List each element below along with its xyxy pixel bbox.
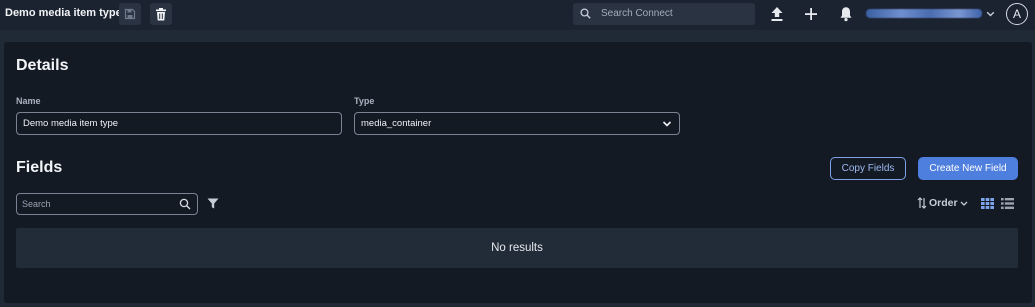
- global-search-placeholder: Search Connect: [601, 8, 673, 19]
- filter-icon[interactable]: [207, 198, 219, 209]
- fields-search-placeholder: Search: [22, 199, 51, 209]
- empty-results: No results: [16, 228, 1018, 268]
- user-menu-name[interactable]: [866, 9, 982, 18]
- grid-view-icon[interactable]: [981, 198, 994, 209]
- name-label: Name: [16, 96, 41, 106]
- plus-icon[interactable]: [804, 7, 818, 21]
- details-heading: Details: [16, 57, 69, 74]
- avatar[interactable]: A: [1006, 3, 1028, 25]
- top-bar: Demo media item type Search Connect A: [0, 0, 1035, 30]
- delete-button[interactable]: [150, 3, 172, 25]
- type-select-value: media_container: [361, 118, 432, 129]
- order-dropdown[interactable]: Order: [917, 197, 968, 209]
- list-view-icon[interactable]: [1001, 198, 1014, 209]
- fields-heading: Fields: [16, 159, 63, 176]
- global-search-input[interactable]: Search Connect: [573, 3, 755, 25]
- name-field-value: Demo media item type: [23, 118, 119, 129]
- save-icon: [124, 8, 136, 20]
- type-select[interactable]: media_container: [354, 112, 680, 135]
- create-new-field-button[interactable]: Create New Field: [918, 157, 1018, 180]
- upload-icon[interactable]: [770, 6, 784, 22]
- chevron-down-icon: [662, 121, 672, 127]
- chevron-down-icon: [960, 201, 968, 206]
- type-label: Type: [354, 96, 375, 106]
- search-icon: [179, 198, 191, 210]
- copy-fields-button[interactable]: Copy Fields: [830, 157, 906, 180]
- name-field[interactable]: Demo media item type: [16, 112, 342, 135]
- order-label: Order: [929, 197, 958, 209]
- chevron-down-icon[interactable]: [986, 10, 995, 18]
- no-results-text: No results: [491, 242, 543, 254]
- fields-search-input[interactable]: Search: [16, 193, 198, 215]
- bell-icon[interactable]: [839, 6, 853, 22]
- search-icon: [580, 8, 591, 19]
- save-button[interactable]: [119, 3, 141, 25]
- sort-icon: [917, 197, 927, 209]
- page-title: Demo media item type: [5, 7, 122, 19]
- trash-icon: [156, 7, 166, 20]
